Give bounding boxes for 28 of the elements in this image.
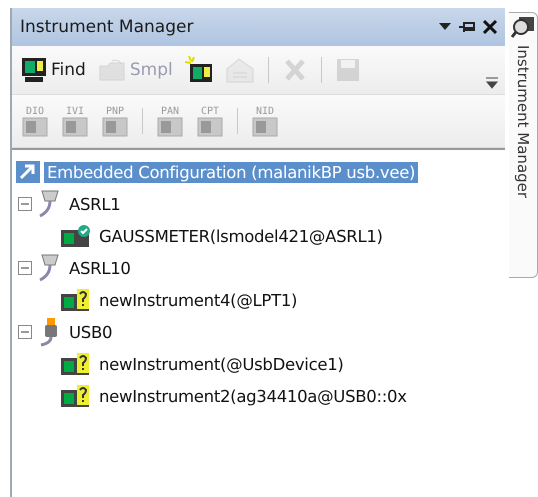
side-tab[interactable]: Instrument Manager bbox=[509, 12, 538, 278]
collapse-icon[interactable] bbox=[18, 261, 32, 275]
collapse-icon[interactable] bbox=[18, 197, 32, 211]
tree-item[interactable]: ASRL1 bbox=[66, 194, 124, 214]
close-icon[interactable] bbox=[483, 20, 498, 34]
new-instrument-icon bbox=[184, 56, 213, 84]
tree-item[interactable]: USB0 bbox=[66, 322, 116, 342]
collapse-icon[interactable] bbox=[18, 325, 32, 339]
pin-icon[interactable] bbox=[459, 20, 476, 34]
toolbar-button[interactable]: Find bbox=[18, 55, 89, 85]
panel-title: Instrument Manager bbox=[20, 17, 194, 37]
instrument-icon bbox=[21, 57, 47, 83]
tree-item[interactable]: newInstrument(@UsbDevice1) bbox=[96, 354, 347, 374]
tree-item[interactable]: GAUSSMETER(lsmodel421@ASRL1) bbox=[96, 226, 386, 246]
save-icon bbox=[334, 57, 361, 83]
configuration-icon bbox=[16, 161, 40, 183]
overflow-icon[interactable] bbox=[485, 76, 500, 90]
folder-icon bbox=[98, 58, 126, 82]
side-tab-label: Instrument Manager bbox=[514, 45, 532, 198]
serial-connector-icon bbox=[38, 189, 60, 219]
tree-item[interactable]: ASRL10 bbox=[66, 258, 134, 278]
tree-item[interactable]: newInstrument4(@LPT1) bbox=[96, 290, 300, 310]
properties-icon bbox=[224, 57, 255, 83]
dropdown-icon[interactable] bbox=[439, 23, 452, 31]
tree-item[interactable]: newInstrument2(ag34410a@USB0::0x bbox=[96, 386, 410, 406]
usb-connector-icon bbox=[38, 317, 60, 347]
serial-connector-icon bbox=[38, 253, 60, 283]
magnifier-icon bbox=[511, 15, 536, 39]
